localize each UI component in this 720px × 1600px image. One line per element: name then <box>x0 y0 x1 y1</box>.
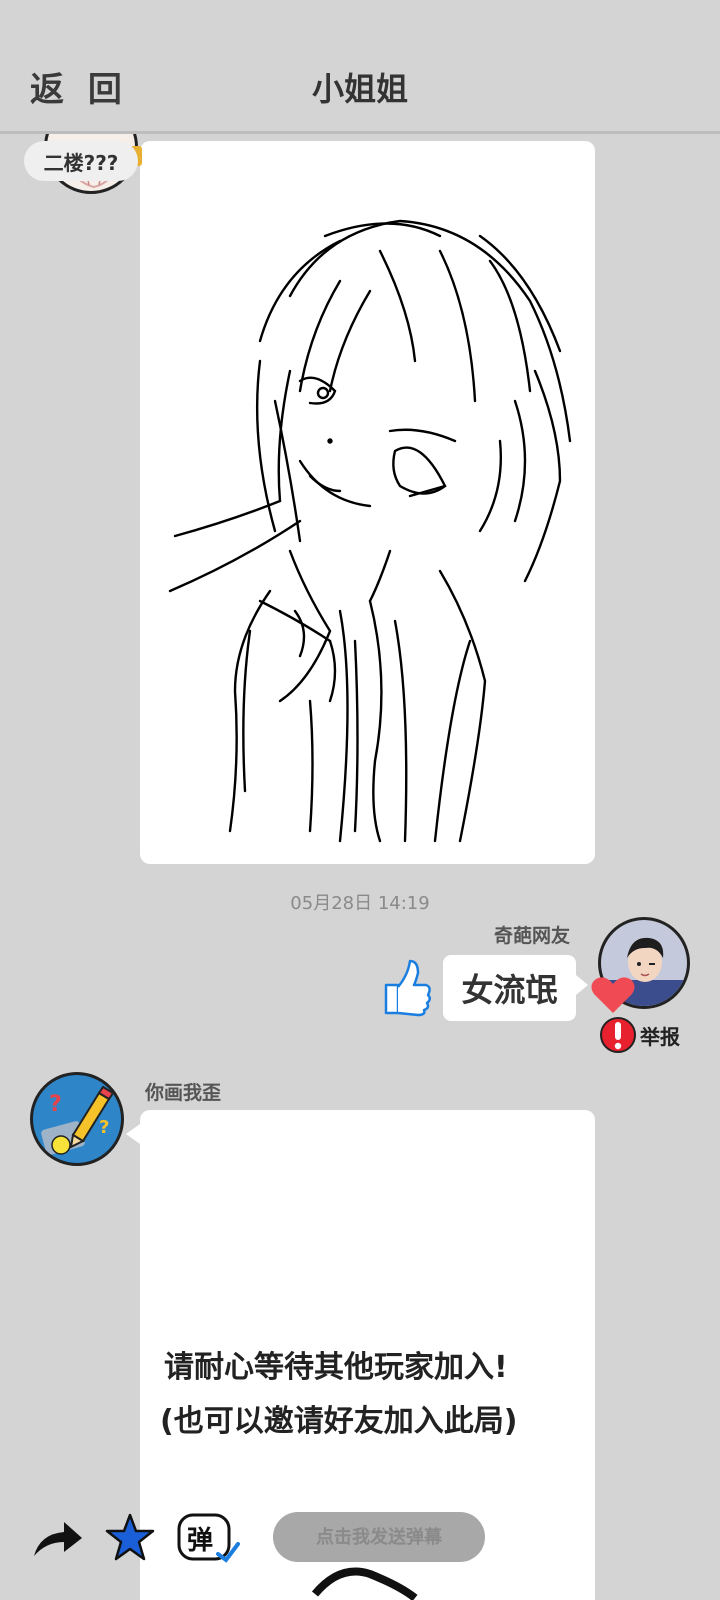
anime-girl-sketch <box>168 219 572 843</box>
host-bubble-pointer <box>126 1124 140 1144</box>
svg-text:?: ? <box>49 1092 62 1117</box>
report-label: 举报 <box>640 1024 680 1049</box>
like-thumb-icon[interactable] <box>380 957 432 1017</box>
host-avatar[interactable]: ? ? <box>30 1072 124 1166</box>
waiting-message-line1: 请耐心等待其他玩家加入! <box>164 1350 508 1385</box>
drawing-image[interactable] <box>140 141 595 864</box>
header-bar: 返 回 小姐姐 <box>0 0 720 134</box>
report-button[interactable]: 举报 <box>600 1015 680 1055</box>
floor-badge: 二楼??? <box>24 141 138 181</box>
danmaku-icon-glyph: 弹 <box>187 1526 214 1556</box>
svg-text:?: ? <box>99 1117 109 1138</box>
host-username: 你画我歪 <box>145 1082 222 1104</box>
message-timestamp: 05月28日 14:19 <box>290 893 430 914</box>
reply-bubble-pointer <box>576 975 588 995</box>
star-icon[interactable] <box>104 1512 156 1564</box>
alert-icon <box>600 1017 636 1053</box>
next-drawing-peek <box>310 1564 420 1600</box>
heart-icon[interactable] <box>590 975 636 1015</box>
danmaku-input[interactable] <box>273 1512 485 1562</box>
waiting-message-line2: (也可以邀请好友加入此局) <box>160 1404 518 1439</box>
danmaku-toggle-icon[interactable]: 弹 <box>176 1510 242 1566</box>
share-icon[interactable] <box>30 1518 84 1562</box>
reply-bubble[interactable]: 女流氓 <box>443 955 576 1021</box>
reply-username: 奇葩网友 <box>494 925 571 947</box>
page-title: 小姐姐 <box>311 70 408 108</box>
